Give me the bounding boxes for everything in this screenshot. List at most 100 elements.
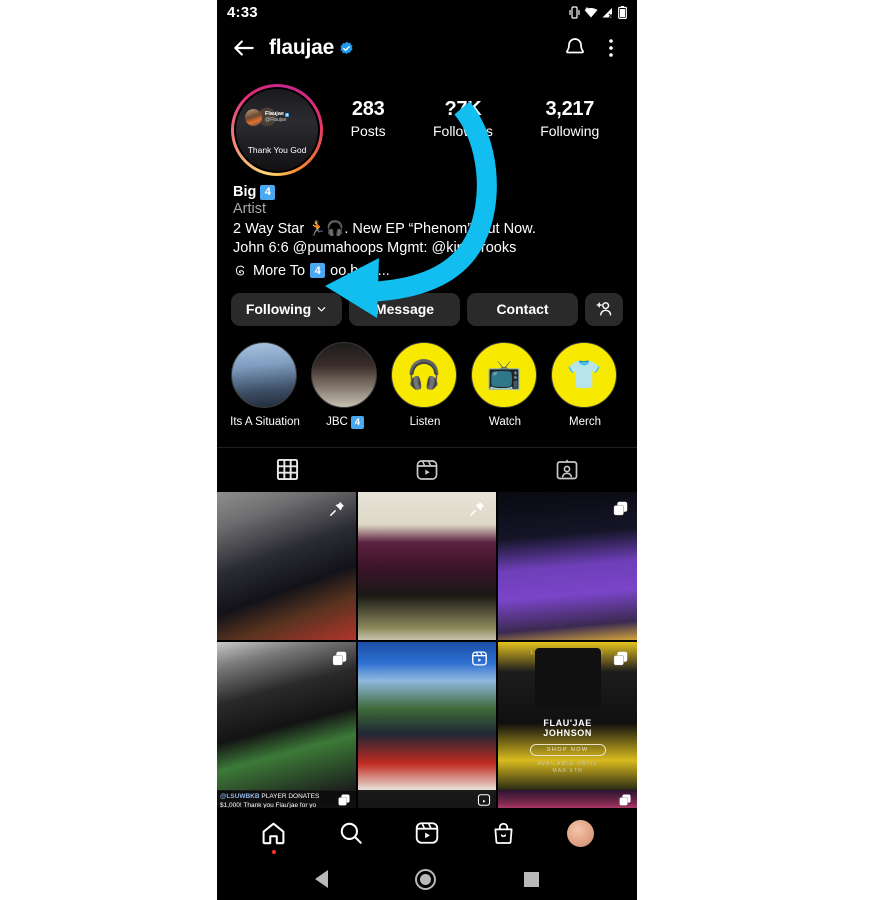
highlight-label-text: Merch xyxy=(569,415,601,428)
reels-nav[interactable] xyxy=(414,820,440,846)
stat-posts-value: 283 xyxy=(351,98,385,120)
grid-post[interactable] xyxy=(217,641,356,790)
merch-name-line2: JOHNSON xyxy=(543,728,593,739)
highlight-label-text: Listen xyxy=(409,415,441,428)
threads-icon xyxy=(235,265,245,276)
reels-icon xyxy=(478,793,491,806)
contact-button[interactable]: Contact xyxy=(467,292,578,326)
tagged-tab[interactable] xyxy=(497,448,637,492)
highlight-its-a-situation[interactable]: Its A Situation xyxy=(230,341,300,429)
profile-avatar-story-ring[interactable]: Flaujae 4 @Flaujae Thank You God xyxy=(231,84,323,176)
shop-nav[interactable] xyxy=(491,821,516,846)
profile-header: Flaujae 4 @Flaujae Thank You God 283 Pos… xyxy=(217,72,637,176)
home-dot xyxy=(420,873,432,885)
status-icon-group xyxy=(569,5,627,19)
stat-followers-value: ?7K xyxy=(444,98,482,120)
following-button-label: Following xyxy=(245,301,312,318)
chevron-down-icon xyxy=(317,306,326,312)
home-nav-dot xyxy=(271,849,276,854)
merch-shirt-graphic xyxy=(534,647,601,708)
post-caption-handle: @LSUWBKB xyxy=(220,793,260,801)
carousel-icon xyxy=(619,794,631,806)
stat-following-value: 3,217 xyxy=(545,98,595,120)
grid-icon xyxy=(276,459,298,481)
pin-icon xyxy=(470,501,485,516)
avatar-inner: Flaujae 4 @Flaujae Thank You God xyxy=(234,87,320,173)
grid-post[interactable] xyxy=(217,491,356,640)
bio-threads-row[interactable]: More To 4 oo.be/fl... xyxy=(233,263,621,279)
android-system-navigation xyxy=(217,858,637,900)
bio-category: Artist xyxy=(233,201,267,217)
merch-availability: AVAILABLE UNTIL MAR 6TH xyxy=(538,761,598,776)
add-person-icon xyxy=(596,302,612,316)
pin-icon xyxy=(329,501,344,516)
battery-icon xyxy=(618,5,627,19)
kebab-menu-icon[interactable] xyxy=(599,36,623,60)
reels-icon xyxy=(416,459,438,480)
highlight-cover xyxy=(311,341,377,408)
highlight-cover: 🎧 xyxy=(391,341,457,408)
stat-following[interactable]: 3,217 Following xyxy=(540,98,599,139)
story-preview-handle: @Flaujae xyxy=(265,116,287,123)
message-button-label: Message xyxy=(374,301,435,318)
back-arrow-icon[interactable] xyxy=(231,35,257,61)
highlight-cover xyxy=(231,341,297,408)
highlight-label-text: Its A Situation xyxy=(230,415,300,428)
bio-line-2: John 6:6 @pumahoops Mgmt: @kingbrooks xyxy=(233,240,517,257)
message-button[interactable]: Message xyxy=(349,292,460,326)
grid-tab[interactable] xyxy=(217,448,357,492)
tshirt-icon: 👕 xyxy=(566,359,602,391)
following-button[interactable]: Following xyxy=(231,292,342,326)
highlight-label-text: JBC xyxy=(326,416,348,429)
status-bar: 4:33 xyxy=(217,0,637,24)
highlight-label: Listen xyxy=(391,416,459,428)
profile-username: flaujae xyxy=(269,36,335,59)
android-back-button[interactable] xyxy=(314,870,328,888)
story-preview-caption: Thank You God xyxy=(247,145,307,155)
bio-line-1: 2 Way Star 🏃🎧. New EP “Phenom” Out Now. xyxy=(233,220,536,237)
search-nav[interactable] xyxy=(338,820,364,846)
stat-posts-label: Posts xyxy=(350,123,386,139)
profile-nav[interactable] xyxy=(566,819,594,847)
reels-tab[interactable] xyxy=(357,448,497,492)
profile-username-header[interactable]: flaujae xyxy=(269,36,354,60)
highlight-label-text: Watch xyxy=(488,415,522,428)
story-preview-meta: Flaujae 4 @Flaujae xyxy=(265,111,290,123)
grid-post[interactable] xyxy=(357,641,497,790)
post-caption-text: PLAYER DONATES xyxy=(259,793,320,801)
screenshot-root: 4:33 flaujae Flaujae 4 @Flaujae Thank Yo… xyxy=(0,0,873,900)
android-home-button[interactable] xyxy=(415,868,437,890)
stat-followers[interactable]: ?7K Followers xyxy=(433,98,493,139)
profile-stats: 283 Posts ?7K Followers 3,217 Following xyxy=(327,84,623,139)
headphones-icon: 🎧 xyxy=(406,359,442,391)
home-nav[interactable] xyxy=(260,820,287,854)
television-icon: 📺 xyxy=(486,359,522,391)
search-icon xyxy=(340,822,362,844)
status-clock: 4:33 xyxy=(227,3,258,21)
tagged-icon xyxy=(556,459,578,480)
content-tabs xyxy=(217,446,637,492)
carousel-icon xyxy=(337,794,350,806)
android-recents-button[interactable] xyxy=(524,871,540,887)
highlight-watch[interactable]: 📺 Watch xyxy=(471,341,539,429)
carousel-icon xyxy=(613,501,628,516)
grid-post[interactable] xyxy=(498,491,637,640)
highlight-cover: 👕 xyxy=(551,341,617,408)
highlight-jbc[interactable]: JBC 4 xyxy=(311,341,379,429)
add-friend-button[interactable] xyxy=(585,292,623,326)
merch-until-line2: MAR 6TH xyxy=(552,768,583,775)
home-icon xyxy=(262,822,285,844)
bio-external-link[interactable]: oo.be/fl... xyxy=(330,263,390,279)
profile-action-buttons: Following Message Contact xyxy=(217,279,637,326)
grid-post-merch[interactable]: LIMITED RELEASE FLAU'JAE JOHNSON SHOP NO… xyxy=(498,641,637,790)
grid-post[interactable] xyxy=(357,491,497,640)
highlight-label: Merch xyxy=(551,416,619,428)
merch-until-line1: AVAILABLE UNTIL xyxy=(537,760,598,767)
merch-name: FLAU'JAE JOHNSON xyxy=(543,718,592,739)
avatar-image: Flaujae 4 @Flaujae Thank You God xyxy=(236,89,318,171)
highlight-merch[interactable]: 👕 Merch xyxy=(551,341,619,429)
merch-shop-now-button[interactable]: SHOP NOW xyxy=(529,743,606,756)
bell-icon[interactable] xyxy=(563,36,587,60)
highlight-listen[interactable]: 🎧 Listen xyxy=(391,341,459,429)
stat-posts[interactable]: 283 Posts xyxy=(351,98,386,139)
